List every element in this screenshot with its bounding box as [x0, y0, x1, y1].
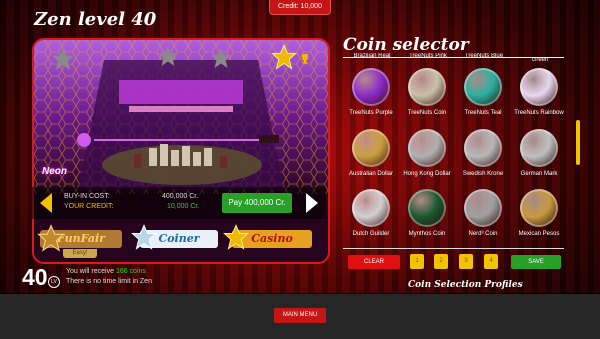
profile-slot-1-button[interactable]: 1: [410, 254, 424, 269]
coin-label: Nerd³ Coin: [468, 231, 498, 237]
coin-label: Dutch Guilder: [352, 231, 390, 237]
coin-label: TreeNuts Pink: [409, 53, 447, 59]
coin-option[interactable]: [408, 189, 446, 227]
save-button[interactable]: SAVE: [511, 255, 561, 269]
coin-label: Green: [531, 57, 549, 63]
coin-label: Hong Kong Dollar: [403, 171, 451, 177]
time-limit-info: There is no time limit in Zen: [66, 278, 152, 285]
coin-option[interactable]: [464, 129, 502, 167]
pay-button[interactable]: Pay 400,000 Cr.: [222, 193, 292, 213]
coin-label: German Mark: [520, 171, 558, 177]
credit-display: Credit: 10,000: [269, 0, 331, 15]
previous-machine-arrow-icon[interactable]: [40, 193, 52, 213]
reward-coins: 166 coins: [115, 268, 146, 275]
coin-option[interactable]: [352, 68, 390, 106]
divider: [343, 248, 564, 249]
buy-in-label: BUY-IN COST:: [64, 193, 110, 200]
gray-star-icon: [158, 46, 178, 66]
coin-label: Swedish Krone: [462, 171, 504, 177]
gold-star-icon: [223, 224, 249, 250]
profile-slot-2-button[interactable]: 2: [434, 254, 448, 269]
page-title: Zen level 40: [34, 9, 157, 30]
coin-label: TreeNuts Rainbow: [514, 110, 564, 116]
coin-option[interactable]: [520, 189, 558, 227]
coin-label: TreeNuts Coin: [407, 110, 447, 116]
coin-option[interactable]: [408, 129, 446, 167]
your-credit-label: YOUR CREDIT:: [64, 203, 114, 210]
profile-slot-3-button[interactable]: 3: [459, 254, 473, 269]
reward-info: You will receive 166 coins: [66, 268, 146, 275]
trophy-icon: [302, 54, 308, 64]
machine-name: Neon: [42, 166, 67, 177]
coin-option[interactable]: [464, 189, 502, 227]
gold-star-icon: [271, 44, 297, 70]
coin-label: TreeNuts Blue: [464, 53, 504, 59]
coin-option[interactable]: [464, 68, 502, 106]
coin-label: Mexican Pesos: [518, 231, 560, 237]
profiles-label: Coin Selection Profiles: [408, 280, 523, 290]
your-credit-value: 10,000 Cr.: [167, 203, 200, 210]
level-number: 40: [22, 264, 48, 290]
gray-star-icon: [52, 48, 74, 70]
level-badge: LV: [48, 276, 60, 288]
coin-option[interactable]: [352, 129, 390, 167]
main-menu-button[interactable]: MAIN MENU: [274, 308, 326, 323]
coin-option[interactable]: [352, 189, 390, 227]
coin-list-scrollbar[interactable]: [576, 120, 580, 165]
coin-label: Mynthos Coin: [408, 231, 446, 237]
coin-label: TreeNuts Purple: [349, 110, 393, 116]
gray-star-icon: [211, 48, 231, 68]
coin-option[interactable]: [408, 68, 446, 106]
coin-option[interactable]: [520, 68, 558, 106]
coin-label: Brazilian Real: [353, 53, 391, 59]
profile-slot-4-button[interactable]: 4: [484, 254, 498, 269]
clear-button[interactable]: CLEAR: [348, 255, 400, 269]
reward-prefix: You will receive: [66, 268, 116, 275]
buy-in-value: 400,000 Cr.: [162, 193, 199, 200]
next-machine-arrow-icon[interactable]: [306, 193, 318, 213]
difficulty-tag: Easy!: [63, 249, 97, 258]
coin-label: TreeNuts Teal: [464, 110, 502, 116]
coin-label: Australian Dollar: [348, 171, 394, 177]
gold-star-icon: [37, 224, 65, 252]
coin-selector-title: Coin selector: [343, 35, 469, 55]
coin-option[interactable]: [520, 129, 558, 167]
silver-star-icon: [131, 224, 157, 250]
